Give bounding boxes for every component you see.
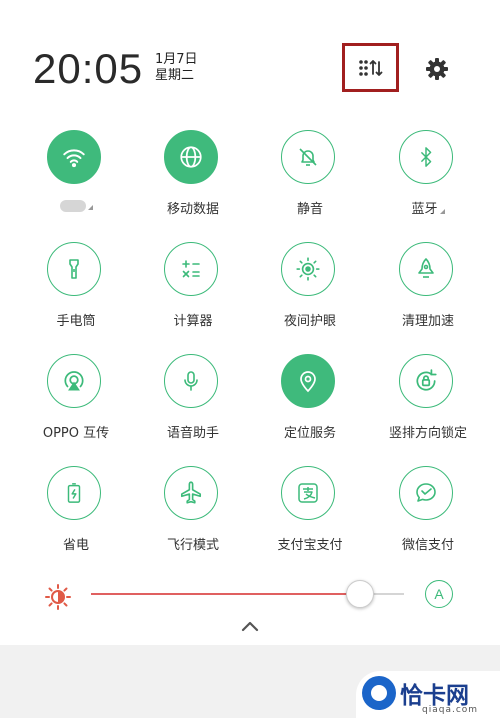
edit-tiles-button[interactable] [342,43,399,92]
bluetooth-icon [420,147,432,167]
tile-calculator-circle[interactable] [164,242,218,296]
tile-mute[interactable]: 静音 [260,130,360,230]
airplane-icon [180,481,202,504]
tile-label: 飞行模式 [166,538,219,553]
tile-label: 定位服务 [283,426,336,441]
tile-power-saving-circle[interactable] [47,466,101,520]
bluetooth-expand-icon [439,209,445,214]
watermark-logo [362,676,396,710]
tile-label: 夜间护眼 [283,314,336,329]
tile-night-mode[interactable]: 夜间护眼 [260,242,360,342]
tile-voice-assistant[interactable]: 语音助手 [143,354,243,454]
microphone-icon [184,371,198,391]
rotation-lock-icon [416,369,437,391]
tile-calculator[interactable]: 计算器 [143,242,243,342]
tile-label: 支付宝支付 [277,538,343,553]
tile-voice-assistant-circle[interactable] [164,354,218,408]
alipay-icon [298,483,318,503]
watermark-url: qiaqa.com [422,705,479,715]
tile-location-circle[interactable] [281,354,335,408]
auto-brightness-button[interactable]: A [425,580,453,608]
brightness-track-filled[interactable] [91,593,360,595]
date-block: 1月7日 星期二 [155,52,198,84]
clock-time: 20:05 [33,45,144,92]
battery-icon [67,483,81,503]
share-icon [64,371,84,391]
tile-wifi-label [16,198,136,213]
tile-label: 语音助手 [166,426,219,441]
tile-label: 移动数据 [166,202,219,217]
tile-power-saving[interactable]: 省电 [26,466,126,566]
globe-icon [180,146,202,168]
tile-bluetooth-label: 蓝牙 [368,198,488,217]
tile-label: 微信支付 [401,538,454,553]
tile-bluetooth-text: 蓝牙 [411,202,438,217]
brightness-icon [45,584,71,610]
chevron-up-icon[interactable] [238,618,262,634]
tile-mute-circle[interactable] [281,130,335,184]
tile-mobile-data[interactable]: 移动数据 [143,130,243,230]
settings-button[interactable] [422,54,452,84]
wifi-expand-icon [87,205,93,210]
tile-location[interactable]: 定位服务 [260,354,360,454]
tile-wifi-circle[interactable] [47,130,101,184]
gear-icon [426,58,448,80]
tile-bluetooth[interactable]: 蓝牙 [378,130,478,230]
tile-flashlight-circle[interactable] [47,242,101,296]
quick-settings-panel: 20:05 1月7日 星期二 移动数据 静音 蓝牙 手电筒 计算器 夜间护眼 清… [0,0,500,645]
wifi-ssid-pill [59,199,86,212]
flashlight-icon [69,259,79,279]
tile-wifi[interactable] [26,130,126,230]
date-text: 1月7日 [155,52,198,67]
tile-airplane-circle[interactable] [164,466,218,520]
bell-mute-icon [299,148,317,166]
calculator-icon [182,260,200,278]
wechat-pay-icon [416,483,436,502]
tile-label: 竖排方向锁定 [388,426,467,441]
tile-label: 省电 [62,538,89,553]
location-icon [300,371,316,393]
tile-oppo-share-circle[interactable] [47,354,101,408]
grid-sort-icon [358,59,382,76]
tile-rotation-lock[interactable]: 竖排方向锁定 [378,354,478,454]
tile-alipay-circle[interactable] [281,466,335,520]
tile-rotation-lock-circle[interactable] [399,354,453,408]
tile-night-mode-circle[interactable] [281,242,335,296]
tile-oppo-share[interactable]: OPPO 互传 [26,354,126,454]
tile-mobile-data-circle[interactable] [164,130,218,184]
tile-bluetooth-circle[interactable] [399,130,453,184]
tile-label: OPPO 互传 [42,426,110,441]
auto-brightness-label: A [434,586,444,602]
eye-protection-icon [296,257,320,281]
tile-flashlight[interactable]: 手电筒 [26,242,126,342]
tile-alipay[interactable]: 支付宝支付 [260,466,360,566]
rocket-icon [418,258,434,278]
tile-label: 静音 [296,202,323,217]
weekday-text: 星期二 [155,68,195,83]
watermark: 恰卡网 qiaqa.com [356,671,500,718]
tile-label: 手电筒 [56,314,96,329]
brightness-slider-thumb[interactable] [346,580,374,608]
tile-clean-boost[interactable]: 清理加速 [378,242,478,342]
tile-wechat-pay[interactable]: 微信支付 [378,466,478,566]
wifi-icon [63,149,85,168]
tile-label: 清理加速 [401,314,454,329]
tile-airplane[interactable]: 飞行模式 [143,466,243,566]
tile-wechat-pay-circle[interactable] [399,466,453,520]
tile-label: 计算器 [173,314,213,329]
tile-clean-boost-circle[interactable] [399,242,453,296]
